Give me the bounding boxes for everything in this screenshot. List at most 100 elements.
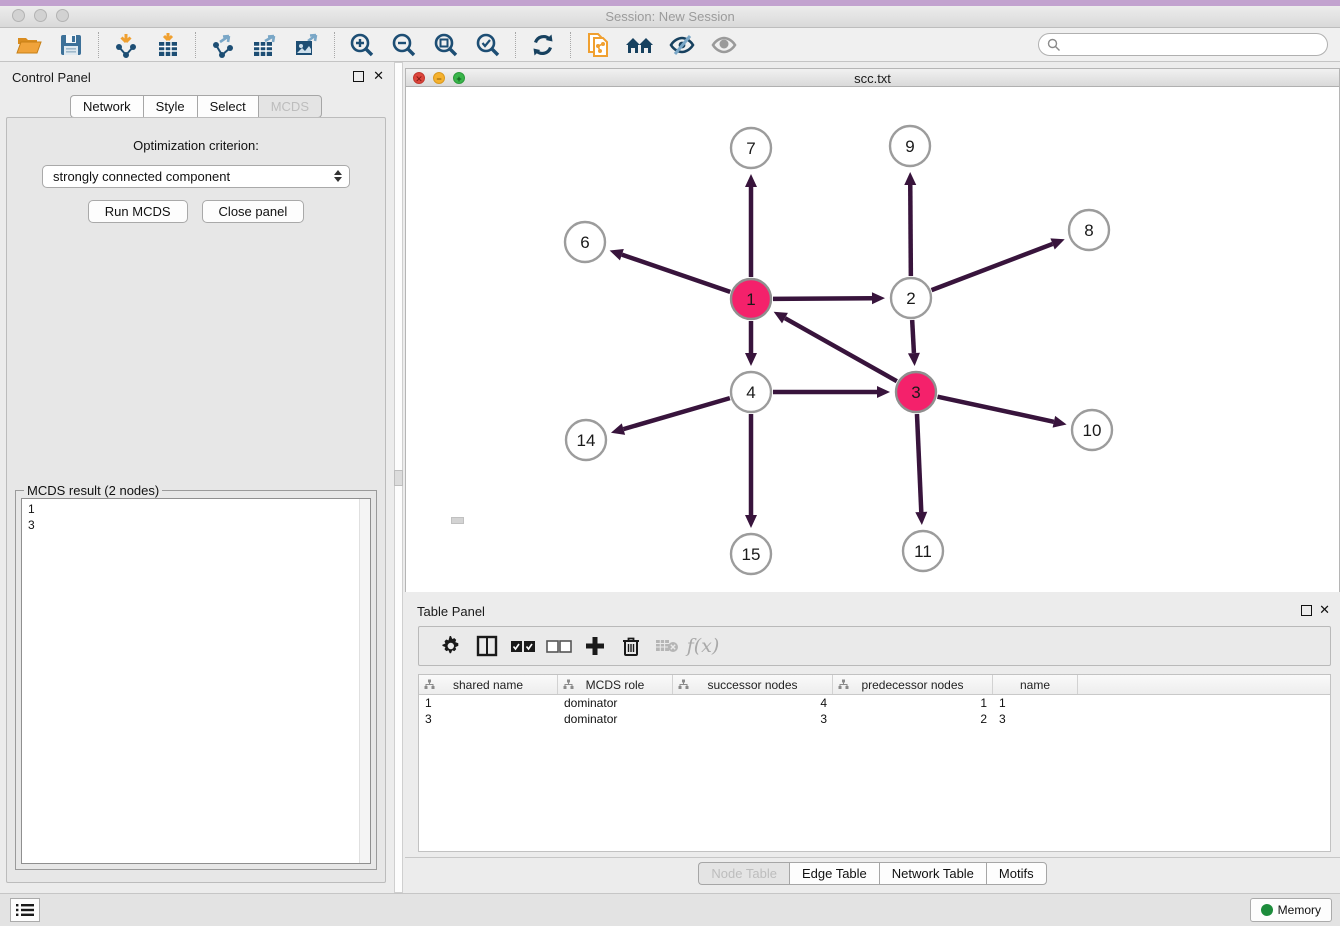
export-table-button[interactable]: [249, 30, 281, 60]
select-all-button[interactable]: [505, 631, 541, 661]
import-table-button[interactable]: [152, 30, 184, 60]
mcds-result-values: 1 3: [28, 501, 35, 533]
tab-mcds[interactable]: MCDS: [258, 95, 322, 118]
edge-2-9[interactable]: [910, 185, 911, 276]
tab-motifs[interactable]: Motifs: [986, 862, 1047, 885]
duplicate-network-button[interactable]: [582, 30, 614, 60]
save-session-button[interactable]: [55, 30, 87, 60]
open-file-button[interactable]: [13, 30, 45, 60]
tab-network-table[interactable]: Network Table: [879, 862, 986, 885]
cell-MCDS-role[interactable]: dominator: [558, 711, 673, 727]
node-label-2: 2: [906, 289, 915, 308]
column-header-name[interactable]: name: [993, 675, 1078, 694]
function-builder-button: f(x): [685, 631, 721, 661]
edge-3-10[interactable]: [938, 397, 1054, 422]
memory-button[interactable]: Memory: [1250, 898, 1332, 922]
search-input[interactable]: [1061, 38, 1301, 52]
close-panel-icon[interactable]: ✕: [1319, 602, 1330, 617]
toolbar-separator: [195, 32, 196, 58]
zoom-in-button[interactable]: [346, 30, 378, 60]
tab-network[interactable]: Network: [70, 95, 143, 118]
houses-icon: [625, 33, 655, 57]
save-floppy-icon: [59, 33, 83, 57]
delete-column-button[interactable]: [613, 631, 649, 661]
cell-shared-name[interactable]: 3: [419, 711, 558, 727]
tab-node-table[interactable]: Node Table: [698, 862, 789, 885]
column-type-icon: [424, 679, 435, 690]
node-table[interactable]: shared nameMCDS rolesuccessor nodesprede…: [418, 674, 1331, 852]
first-neighbors-button[interactable]: [624, 30, 656, 60]
search-icon: [1047, 38, 1061, 52]
import-network-button[interactable]: [110, 30, 142, 60]
table-row[interactable]: 3dominator323: [419, 711, 1330, 727]
cell-predecessor-nodes[interactable]: 2: [833, 711, 993, 727]
memory-status-icon: [1261, 904, 1273, 916]
import-network-icon: [113, 32, 139, 58]
task-history-button[interactable]: [10, 898, 40, 922]
close-panel-button[interactable]: Close panel: [202, 200, 305, 223]
table-panel-tabs: Node TableEdge TableNetwork TableMotifs: [405, 862, 1340, 885]
edge-3-11[interactable]: [917, 414, 921, 512]
control-panel: Control Panel ✕ NetworkStyleSelectMCDS O…: [0, 62, 392, 893]
float-panel-icon[interactable]: [353, 71, 364, 82]
vertical-splitter[interactable]: [392, 62, 405, 893]
tab-select[interactable]: Select: [197, 95, 258, 118]
cell-name[interactable]: 3: [993, 711, 1078, 727]
edge-1-2[interactable]: [773, 298, 872, 299]
open-folder-icon: [16, 33, 42, 57]
column-header-shared-name[interactable]: shared name: [419, 675, 558, 694]
float-panel-icon[interactable]: [1301, 605, 1312, 616]
column-header-MCDS-role[interactable]: MCDS role: [558, 675, 673, 694]
arrowhead-1-6: [610, 249, 624, 260]
apply-layout-button[interactable]: [527, 30, 559, 60]
export-network-button[interactable]: [207, 30, 239, 60]
show-all-button[interactable]: [708, 30, 740, 60]
node-label-10: 10: [1083, 421, 1102, 440]
zoom-out-button[interactable]: [388, 30, 420, 60]
column-header-successor-nodes[interactable]: successor nodes: [673, 675, 833, 694]
zoom-out-icon: [391, 32, 417, 58]
edge-3-1[interactable]: [785, 318, 897, 381]
add-column-button[interactable]: [577, 631, 613, 661]
cell-MCDS-role[interactable]: dominator: [558, 695, 673, 711]
arrowhead-3-11: [915, 512, 927, 525]
edge-1-6[interactable]: [622, 255, 730, 292]
edge-2-3[interactable]: [912, 320, 914, 353]
deselect-all-button[interactable]: [541, 631, 577, 661]
edge-4-14[interactable]: [623, 398, 729, 429]
checked-boxes-icon: [510, 640, 536, 653]
select-stepper-icon: [334, 170, 342, 182]
close-panel-icon[interactable]: ✕: [373, 68, 384, 83]
splitter-handle[interactable]: [394, 470, 403, 486]
cell-predecessor-nodes[interactable]: 1: [833, 695, 993, 711]
zoom-selected-icon: [475, 32, 501, 58]
column-header-predecessor-nodes[interactable]: predecessor nodes: [833, 675, 993, 694]
cell-shared-name[interactable]: 1: [419, 695, 558, 711]
search-box[interactable]: [1038, 33, 1328, 56]
zoom-in-icon: [349, 32, 375, 58]
optimization-criterion-select[interactable]: strongly connected component: [42, 165, 350, 188]
zoom-selected-button[interactable]: [472, 30, 504, 60]
horizontal-splitter-handle[interactable]: [451, 517, 464, 524]
mcds-result-scrollbar[interactable]: [359, 499, 370, 863]
network-window-titlebar[interactable]: ✕ − + scc.txt: [406, 69, 1339, 87]
cell-successor-nodes[interactable]: 3: [673, 711, 833, 727]
table-row[interactable]: 1dominator411: [419, 695, 1330, 711]
mcds-result-list[interactable]: 1 3: [21, 498, 371, 864]
table-settings-button[interactable]: [433, 631, 469, 661]
export-image-button[interactable]: [291, 30, 323, 60]
edge-2-8[interactable]: [932, 244, 1053, 290]
node-label-4: 4: [746, 383, 755, 402]
tab-style[interactable]: Style: [143, 95, 197, 118]
tab-edge-table[interactable]: Edge Table: [789, 862, 879, 885]
hide-selected-button[interactable]: [666, 30, 698, 60]
zoom-fit-button[interactable]: [430, 30, 462, 60]
run-mcds-button[interactable]: Run MCDS: [88, 200, 188, 223]
arrowhead-2-3: [908, 353, 920, 366]
gear-icon: [440, 635, 462, 657]
show-columns-button[interactable]: [469, 631, 505, 661]
network-canvas[interactable]: 1234678910111415: [406, 88, 1339, 592]
network-graph[interactable]: 1234678910111415: [406, 88, 1339, 592]
cell-successor-nodes[interactable]: 4: [673, 695, 833, 711]
cell-name[interactable]: 1: [993, 695, 1078, 711]
